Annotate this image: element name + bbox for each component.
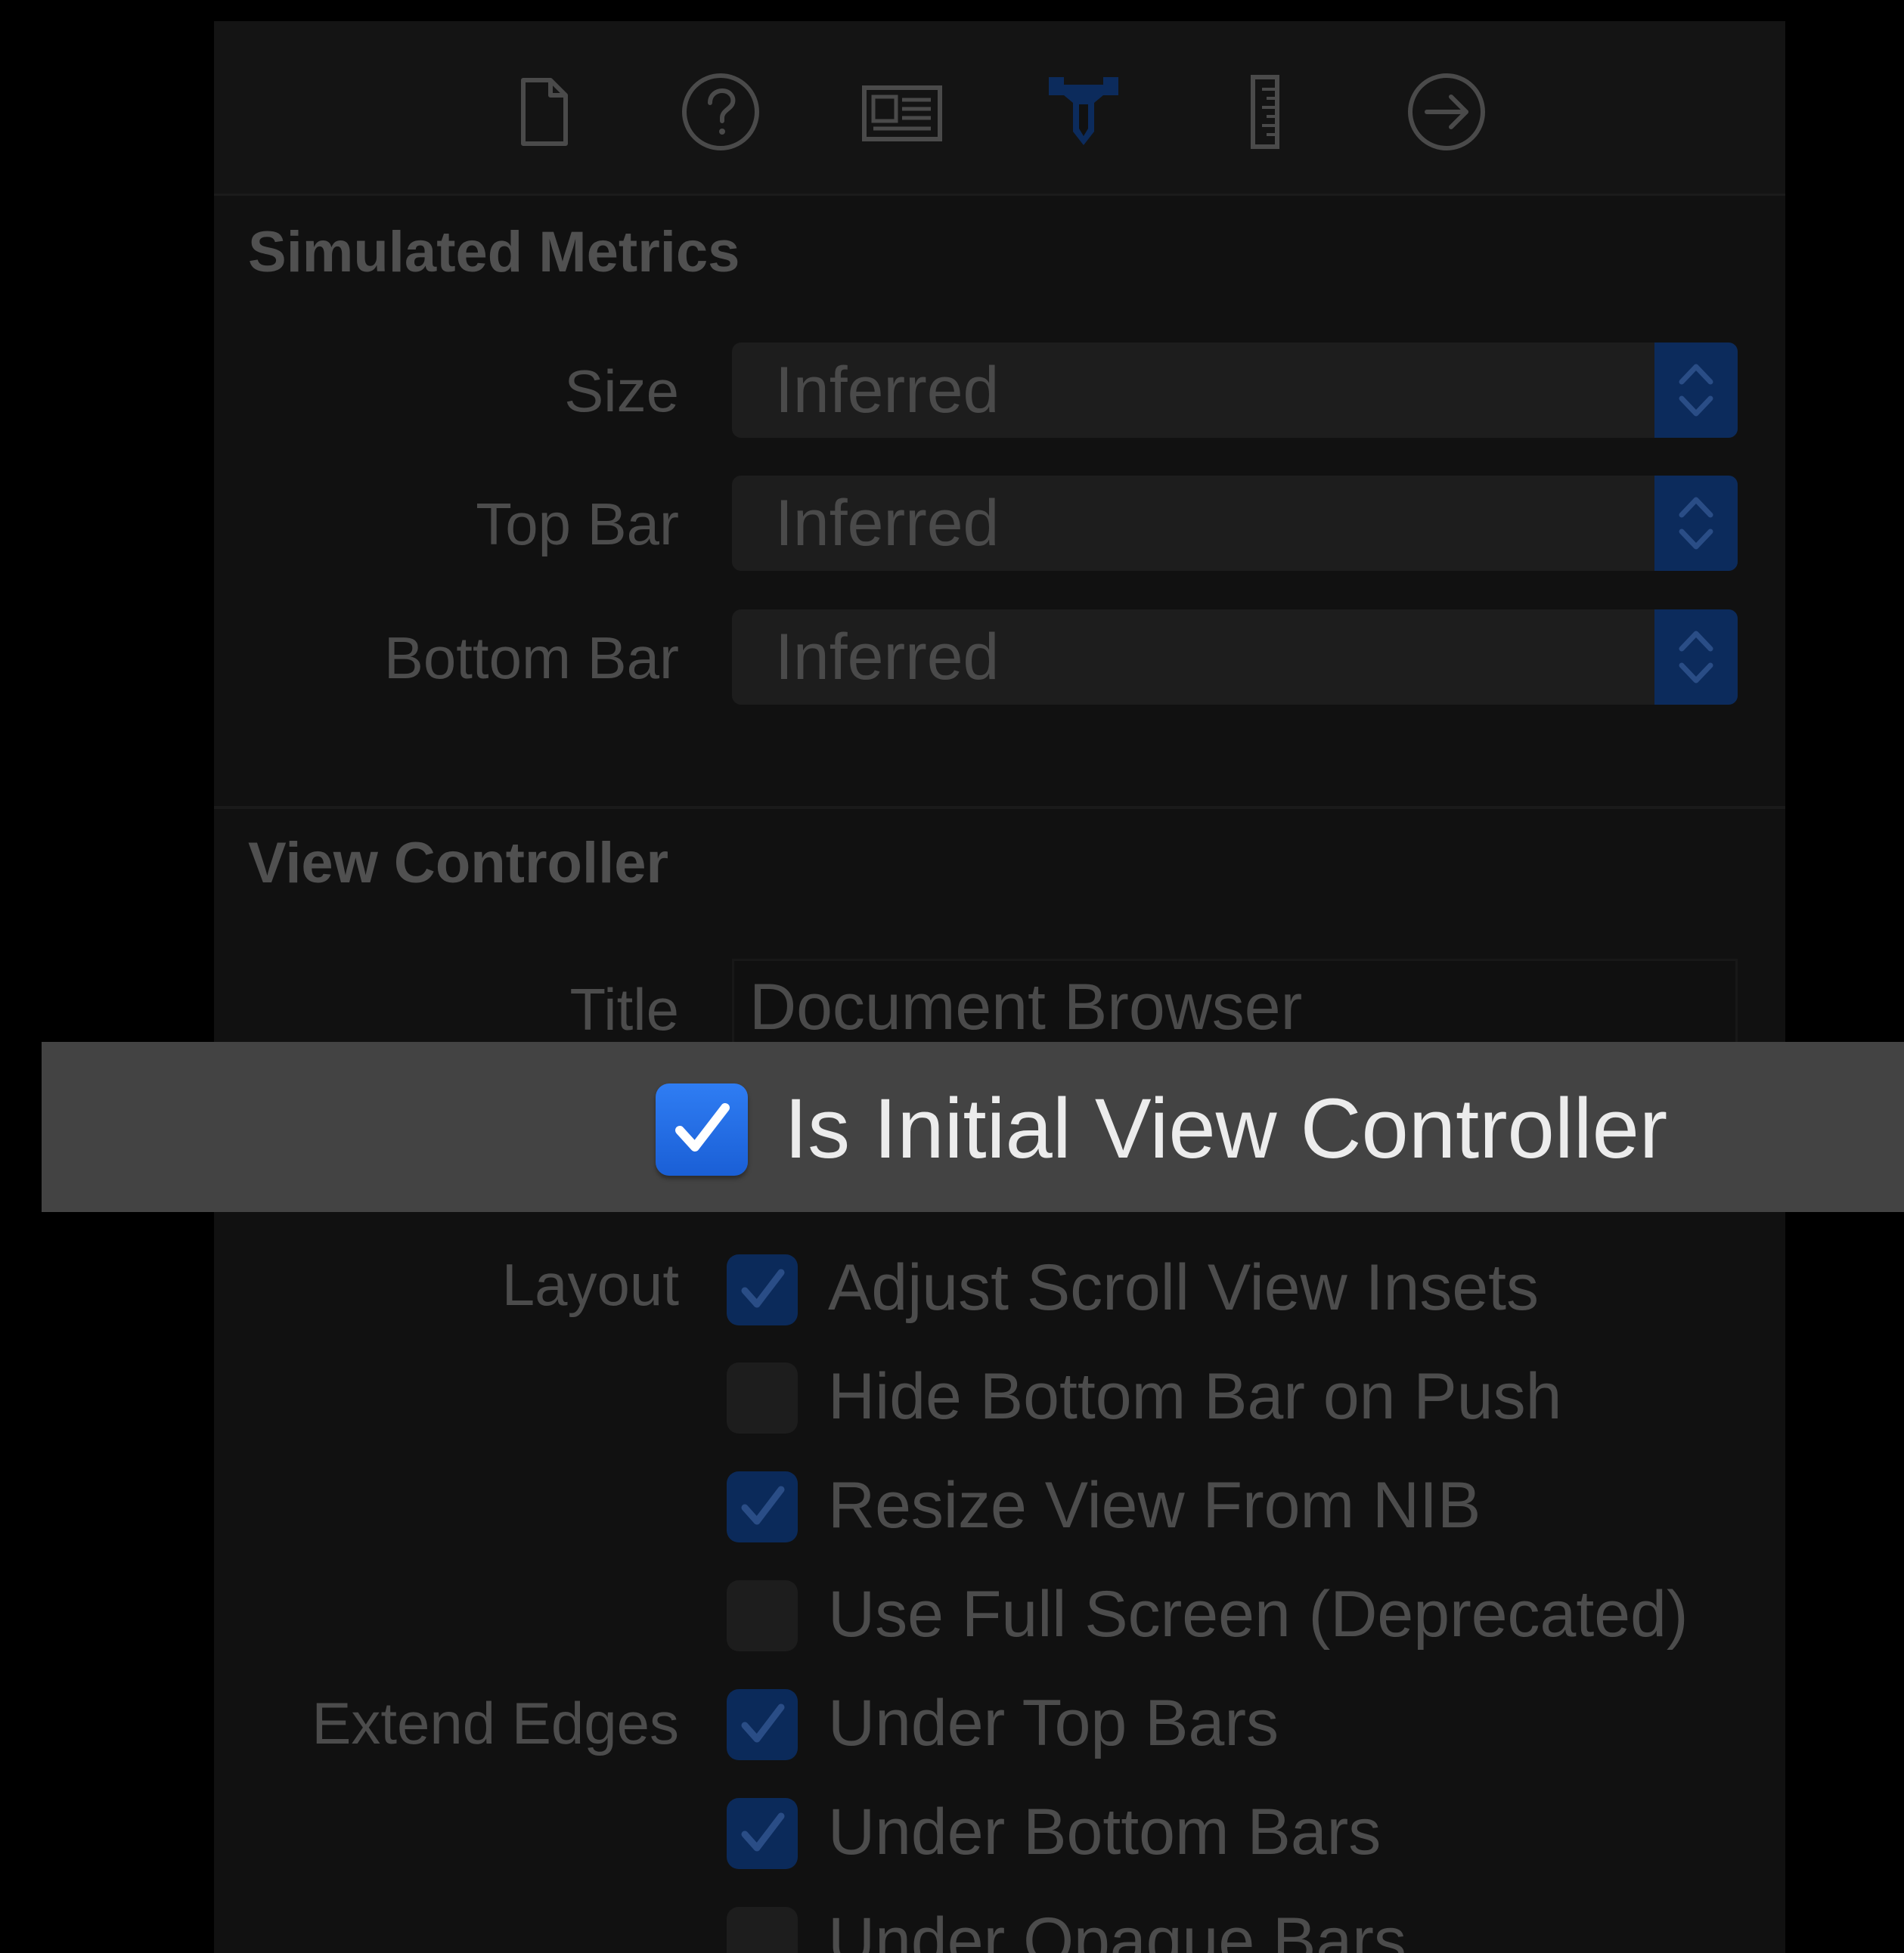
section-title-view-controller: View Controller (248, 831, 669, 895)
size-popup-value: Inferred (775, 354, 1000, 426)
bottom-bar-popup-value: Inferred (775, 621, 1000, 693)
file-inspector-icon[interactable] (498, 67, 588, 157)
title-label: Title (569, 976, 679, 1043)
section-divider (214, 806, 1785, 809)
adjust-scroll-view-insets-checkbox[interactable] (727, 1254, 798, 1325)
attributes-inspector-panel: Simulated Metrics Size Inferred Top Bar … (214, 21, 1785, 1953)
connections-inspector-icon[interactable] (1401, 67, 1492, 157)
adjust-scroll-view-insets-label: Adjust Scroll View Insets (828, 1251, 1540, 1324)
top-bar-popup-value: Inferred (775, 487, 1000, 560)
use-full-screen-label: Use Full Screen (Deprecated) (828, 1578, 1688, 1651)
under-top-bars-label: Under Top Bars (828, 1687, 1279, 1759)
chevron-up-down-icon (1654, 609, 1738, 705)
top-bar-label: Top Bar (476, 491, 679, 557)
bottom-bar-label: Bottom Bar (383, 625, 679, 691)
is-initial-view-controller-checkbox[interactable] (656, 1083, 748, 1176)
layout-label: Layout (501, 1251, 679, 1318)
under-bottom-bars-checkbox[interactable] (727, 1798, 798, 1869)
section-title-simulated-metrics: Simulated Metrics (248, 220, 740, 284)
bottom-bar-popup[interactable]: Inferred (732, 609, 1738, 705)
page: Simulated Metrics Size Inferred Top Bar … (0, 0, 1904, 1953)
size-popup[interactable]: Inferred (732, 343, 1738, 438)
hide-bottom-bar-on-push-label: Hide Bottom Bar on Push (828, 1360, 1562, 1433)
resize-view-from-nib-label: Resize View From NIB (828, 1469, 1481, 1542)
chevron-up-down-icon (1654, 476, 1738, 571)
resize-view-from-nib-checkbox[interactable] (727, 1471, 798, 1542)
quick-help-icon[interactable] (675, 67, 766, 157)
top-bar-popup[interactable]: Inferred (732, 476, 1738, 571)
identity-inspector-icon[interactable] (857, 67, 947, 157)
extend-edges-label: Extend Edges (312, 1690, 679, 1756)
under-top-bars-checkbox[interactable] (727, 1689, 798, 1760)
is-initial-view-controller-label: Is Initial View Controller (784, 1081, 1668, 1176)
size-inspector-icon[interactable] (1220, 67, 1310, 157)
under-opaque-bars-label: Under Opaque Bars (828, 1905, 1406, 1953)
title-field-value: Document Browser (749, 971, 1303, 1043)
inspector-toolbar (214, 21, 1785, 196)
chevron-up-down-icon (1654, 343, 1738, 438)
hide-bottom-bar-on-push-checkbox[interactable] (727, 1362, 798, 1434)
attributes-inspector-icon[interactable] (1038, 67, 1129, 157)
initial-view-controller-highlight: Is Initial View Controller (42, 1042, 1904, 1212)
under-opaque-bars-checkbox[interactable] (727, 1907, 798, 1953)
under-bottom-bars-label: Under Bottom Bars (828, 1796, 1381, 1868)
use-full-screen-checkbox[interactable] (727, 1580, 798, 1651)
size-label: Size (564, 358, 679, 424)
